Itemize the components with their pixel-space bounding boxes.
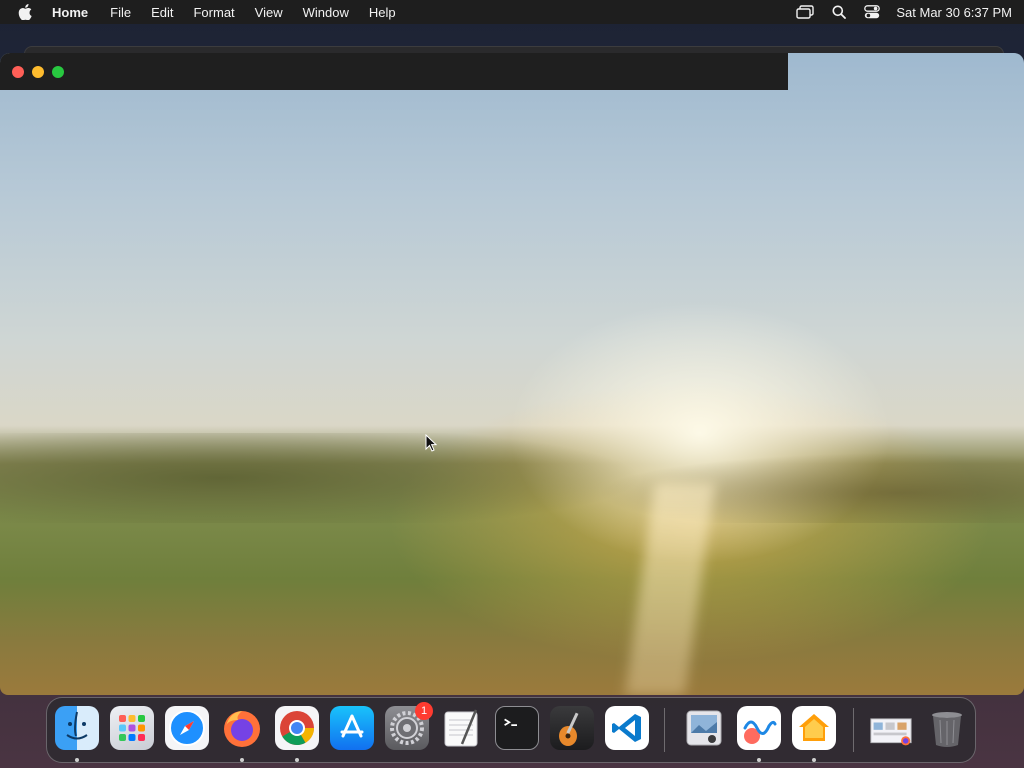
notification-badge: 1	[415, 702, 433, 720]
window-title-bar[interactable]	[0, 53, 788, 90]
app-store-icon[interactable]	[330, 706, 374, 750]
trash-icon[interactable]	[925, 706, 969, 750]
menu-bar: Home File Edit Format View Window Help S…	[0, 0, 1024, 24]
running-indicator	[757, 758, 761, 762]
vscode-icon[interactable]	[605, 706, 649, 750]
wallpaper-hills	[0, 433, 1024, 523]
textedit-icon[interactable]	[440, 706, 484, 750]
close-button[interactable]	[12, 65, 24, 78]
dock: 1	[46, 697, 976, 763]
chrome-icon[interactable]	[275, 706, 319, 750]
menu-view[interactable]: View	[255, 5, 283, 20]
firefox-icon[interactable]	[220, 706, 264, 750]
control-center-icon[interactable]	[864, 5, 881, 19]
running-indicator	[75, 758, 79, 762]
spotlight-search-icon[interactable]	[832, 5, 847, 19]
home-icon[interactable]	[792, 706, 836, 750]
apple-icon[interactable]	[18, 4, 34, 20]
finder-icon[interactable]	[55, 706, 99, 750]
minimize-button[interactable]	[32, 65, 44, 78]
running-indicator	[240, 758, 244, 762]
zoom-button[interactable]	[52, 65, 64, 78]
garageband-icon[interactable]	[550, 706, 594, 750]
downloads-stack-icon[interactable]	[869, 706, 913, 750]
terminal-icon[interactable]	[495, 706, 539, 750]
menu-help[interactable]: Help	[369, 5, 396, 20]
mouse-cursor-icon	[425, 433, 438, 457]
safari-icon[interactable]	[165, 706, 209, 750]
app-menu-home[interactable]: Home	[52, 5, 88, 20]
preview-icon[interactable]	[682, 706, 726, 750]
menu-bar-clock[interactable]: Sat Mar 30 6:37 PM	[896, 5, 1012, 20]
dock-separator	[853, 708, 854, 752]
screen-mirroring-icon[interactable]	[796, 5, 815, 19]
dock-separator	[664, 708, 665, 752]
menu-window[interactable]: Window	[303, 5, 349, 20]
home-app-window	[0, 53, 1024, 695]
menu-edit[interactable]: Edit	[151, 5, 173, 20]
running-indicator	[812, 758, 816, 762]
freeform-icon[interactable]	[737, 706, 781, 750]
menu-file[interactable]: File	[110, 5, 131, 20]
launchpad-icon[interactable]	[110, 706, 154, 750]
running-indicator	[295, 758, 299, 762]
menu-format[interactable]: Format	[193, 5, 234, 20]
